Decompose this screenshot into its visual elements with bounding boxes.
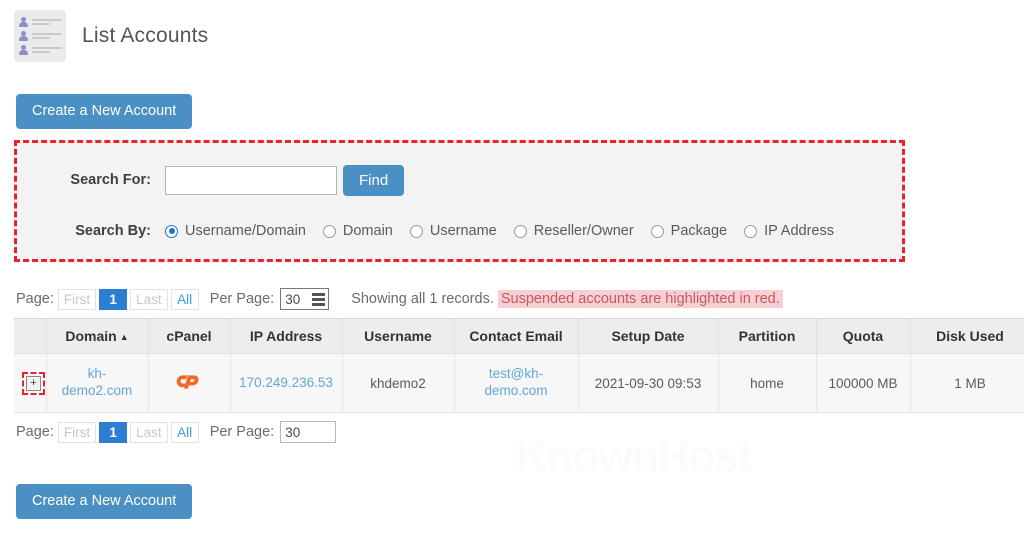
- radio-ip-address[interactable]: IP Address: [744, 223, 834, 239]
- accounts-table: Domain ▲ cPanel IP Address Username Conta…: [14, 318, 1024, 413]
- stepper-icon[interactable]: [311, 291, 327, 307]
- expander-column-header: [14, 318, 47, 354]
- ip-address-link[interactable]: 170.249.236.53: [239, 375, 333, 392]
- search-by-label: Search By:: [75, 223, 151, 239]
- domain-link[interactable]: kh-demo2.com: [55, 366, 140, 400]
- radio-label: Username/Domain: [185, 223, 306, 239]
- showing-records-text: Showing all 1 records.: [351, 291, 494, 307]
- page-number-1-button[interactable]: 1: [99, 421, 128, 443]
- search-input[interactable]: [165, 165, 337, 195]
- column-header-cpanel[interactable]: cPanel: [147, 318, 231, 354]
- accounts-list-icon: [14, 10, 66, 62]
- radio-username-domain[interactable]: Username/Domain: [165, 223, 306, 239]
- column-header-setup-date[interactable]: Setup Date: [577, 318, 719, 354]
- cell-quota: 100000 MB: [815, 353, 911, 413]
- radio-domain[interactable]: Domain: [322, 223, 393, 239]
- page-label: Page:: [16, 291, 54, 307]
- radio-label: Username: [429, 223, 497, 239]
- create-new-account-button-bottom[interactable]: Create a New Account: [16, 484, 193, 519]
- contact-email-link[interactable]: test@kh-demo.com: [463, 366, 570, 400]
- page-first-button[interactable]: First: [57, 421, 97, 443]
- page-all-button[interactable]: All: [170, 288, 199, 310]
- expander-highlight: +: [22, 371, 45, 395]
- find-button[interactable]: Find: [343, 164, 405, 196]
- search-by-row: Search By: Username/Domain Domain Userna…: [17, 210, 902, 252]
- per-page-label: Per Page:: [209, 291, 275, 307]
- radio-dot-icon: [744, 224, 758, 238]
- expand-row-button[interactable]: +: [26, 375, 41, 391]
- per-page-stepper[interactable]: 30: [280, 288, 330, 310]
- create-bottom-wrap: Create a New Account: [0, 464, 193, 519]
- column-header-contact-email[interactable]: Contact Email: [453, 318, 579, 354]
- radio-dot-icon: [165, 224, 178, 238]
- column-header-ip-address[interactable]: IP Address: [229, 318, 343, 354]
- column-header-disk-used[interactable]: Disk Used: [909, 318, 1024, 354]
- column-header-username[interactable]: Username: [341, 318, 455, 354]
- radio-label: IP Address: [764, 223, 834, 239]
- cell-setup-date: 2021-09-30 09:53: [577, 353, 719, 413]
- search-panel: Search For: Find Search By: Username/Dom…: [14, 140, 905, 262]
- page-number-1-button[interactable]: 1: [99, 288, 128, 310]
- radio-reseller-owner[interactable]: Reseller/Owner: [513, 223, 634, 239]
- radio-label: Reseller/Owner: [533, 223, 634, 239]
- column-header-label: Domain: [65, 328, 117, 344]
- search-for-row: Search For: Find: [17, 159, 902, 201]
- radio-dot-icon: [650, 224, 664, 238]
- page-last-button[interactable]: Last: [130, 288, 168, 310]
- row-expander-cell: +: [14, 353, 47, 413]
- per-page-label: Per Page:: [209, 424, 275, 440]
- cell-disk-used: 1 MB: [909, 353, 1024, 413]
- suspended-accounts-note: Suspended accounts are highlighted in re…: [497, 290, 783, 308]
- radio-dot-icon: [322, 224, 336, 238]
- column-header-domain[interactable]: Domain ▲: [45, 318, 149, 354]
- search-by-radio-group: Username/Domain Domain Username Reseller…: [165, 223, 834, 239]
- cell-username: khdemo2: [341, 353, 455, 413]
- table-header-row: Domain ▲ cPanel IP Address Username Conta…: [14, 318, 1024, 354]
- cpanel-logo-icon[interactable]: [172, 370, 206, 394]
- radio-label: Package: [670, 223, 728, 239]
- per-page-value: 30: [285, 424, 301, 440]
- page-all-button[interactable]: All: [170, 421, 199, 443]
- cell-ip-address: 170.249.236.53: [229, 353, 343, 413]
- radio-dot-icon: [513, 224, 527, 238]
- create-new-account-button-top[interactable]: Create a New Account: [16, 94, 193, 129]
- column-header-quota[interactable]: Quota: [815, 318, 911, 354]
- cell-contact-email: test@kh-demo.com: [453, 353, 579, 413]
- radio-username[interactable]: Username: [409, 223, 497, 239]
- pager-top: Page: First 1 Last All Per Page: 30 Show…: [0, 288, 783, 310]
- radio-package[interactable]: Package: [650, 223, 728, 239]
- radio-dot-icon: [409, 224, 423, 238]
- cell-domain: kh-demo2.com: [45, 353, 149, 413]
- page-first-button[interactable]: First: [57, 288, 97, 310]
- cell-partition: home: [717, 353, 817, 413]
- page-label: Page:: [16, 424, 54, 440]
- knownhost-watermark: KnownHost: [516, 432, 752, 481]
- search-for-label: Search For:: [70, 172, 151, 188]
- pager-bottom: Page: First 1 Last All Per Page: 30: [0, 421, 337, 443]
- page-header: List Accounts: [0, 0, 1024, 62]
- sort-ascending-icon: ▲: [119, 332, 129, 343]
- radio-label: Domain: [342, 223, 393, 239]
- per-page-value: 30: [285, 291, 301, 307]
- page-title: List Accounts: [82, 24, 209, 47]
- page-last-button[interactable]: Last: [130, 421, 168, 443]
- table-row: + kh-demo2.com 170.249.236.53 khdemo2 te…: [14, 353, 1024, 413]
- cell-cpanel: [147, 353, 231, 413]
- column-header-partition[interactable]: Partition: [717, 318, 817, 354]
- per-page-input[interactable]: 30: [280, 421, 337, 443]
